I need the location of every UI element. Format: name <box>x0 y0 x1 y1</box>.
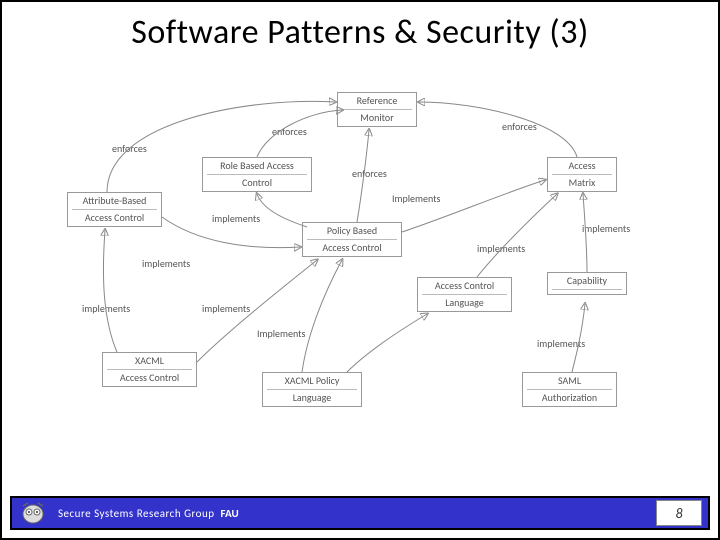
node-text: Monitor <box>342 112 412 124</box>
node-text: XACML Policy <box>267 375 357 387</box>
node-text: XACML <box>107 355 192 367</box>
node-acl: Access Control Language <box>417 277 512 312</box>
node-text: Capability <box>552 275 622 287</box>
node-text: Attribute-Based <box>72 195 157 207</box>
node-xacml-ac: XACML Access Control <box>102 352 197 387</box>
edge-label: enforces <box>112 142 147 155</box>
node-abac: Attribute-Based Access Control <box>67 192 162 227</box>
edge-label: implements <box>212 212 260 225</box>
node-text: Access Control <box>422 280 507 292</box>
node-text: Policy Based <box>307 225 397 237</box>
edge-label: enforces <box>272 125 307 138</box>
node-text: Control <box>207 177 307 189</box>
edge-label: implements <box>477 242 525 255</box>
node-text: Reference <box>342 95 412 107</box>
node-capability: Capability <box>547 272 627 295</box>
edge-label: Implements <box>392 192 440 205</box>
node-rbac: Role Based Access Control <box>202 157 312 192</box>
diagram: Reference Monitor Role Based Access Cont… <box>47 82 677 462</box>
edge-label: implements <box>202 302 250 315</box>
node-reference-monitor: Reference Monitor <box>337 92 417 127</box>
node-pbac: Policy Based Access Control <box>302 222 402 257</box>
node-text: Access <box>552 160 612 172</box>
edge-label: implements <box>82 302 130 315</box>
node-text: Matrix <box>552 177 612 189</box>
edge-label: enforces <box>352 167 387 180</box>
node-access-matrix: Access Matrix <box>547 157 617 192</box>
edge-label: implements <box>142 257 190 270</box>
footer-group-label: Secure Systems Research Group <box>58 507 215 520</box>
page-number: 8 <box>656 500 702 526</box>
footer-bar: Secure Systems Research Group FAU 8 <box>10 496 710 530</box>
edge-label: implements <box>582 222 630 235</box>
node-text: SAML <box>527 375 612 387</box>
node-saml: SAML Authorization <box>522 372 617 407</box>
slide: Software Patterns & Security (3) Referen… <box>0 0 720 540</box>
node-text: Access Control <box>107 372 192 384</box>
node-text: Authorization <box>527 392 612 404</box>
footer-org-label: FAU <box>221 507 239 520</box>
node-text: Language <box>422 297 507 309</box>
edge-label: Implements <box>257 327 305 340</box>
node-text: Role Based Access <box>207 160 307 172</box>
node-text: Access Control <box>72 212 157 224</box>
slide-title: Software Patterns & Security (3) <box>2 12 718 53</box>
node-xacml-policy: XACML Policy Language <box>262 372 362 407</box>
node-text: Access Control <box>307 242 397 254</box>
edge-label: implements <box>537 337 585 350</box>
owl-logo-icon <box>16 498 50 528</box>
node-text: Language <box>267 392 357 404</box>
edge-label: enforces <box>502 120 537 133</box>
